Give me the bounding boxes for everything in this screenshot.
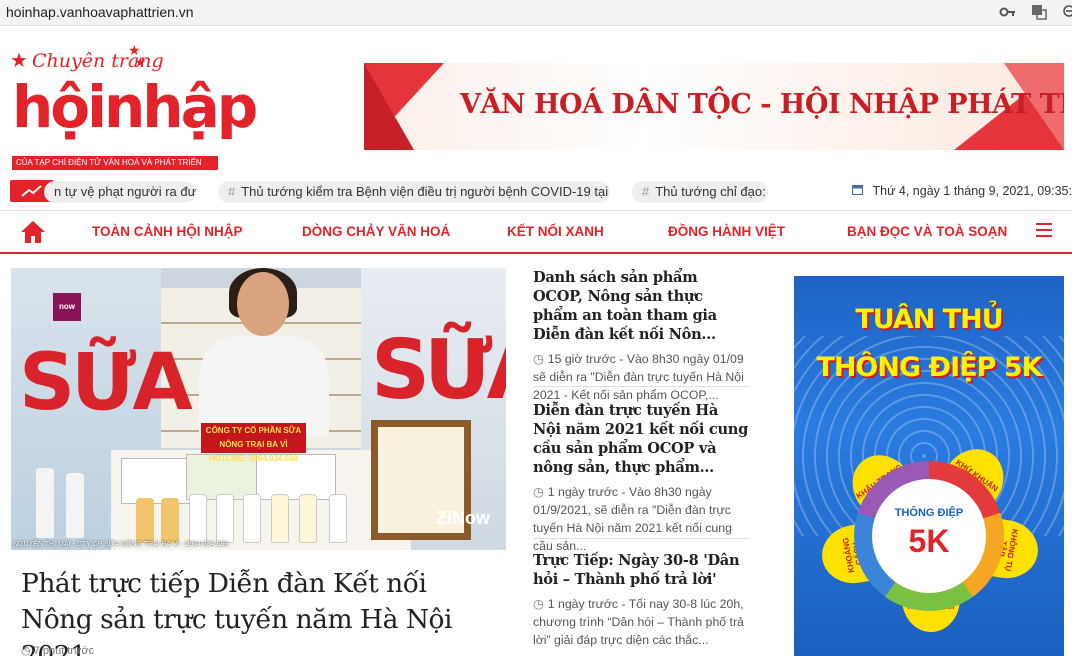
image-caption: NGUYỄN THỊ MAI - CTY CP SỮA NÔNG TRẠI BA… [13, 541, 229, 548]
product-box [121, 458, 191, 504]
hero-image[interactable]: SỮA SỮA now CÔNG TY CỔ PHẦN SỮA NÔNG TRẠ… [11, 268, 506, 550]
hash-icon: # [642, 184, 650, 199]
ticker-item-label: Thủ tướng chỉ đạo: Ru [655, 184, 768, 199]
article-summary-text: 1 ngày trước - Vào 8h30 ngày 01/9/2021, … [533, 485, 732, 553]
article-summary-text: 1 ngày trước - Tối nay 30-8 lúc 20h, chư… [533, 597, 744, 647]
nav-item-ket-noi-xanh[interactable]: KẾT NỐI XANH [507, 224, 604, 239]
article-item[interactable]: Diễn đàn trực tuyến Hà Nội năm 2021 kết … [533, 401, 749, 555]
divider [533, 538, 749, 539]
clock-icon: ◷ [533, 352, 544, 366]
current-date: Thứ 4, ngày 1 tháng 9, 2021, 09:35:42 [852, 184, 1072, 198]
site-logo[interactable]: ★ ★ ★ Chuyên trang hộinhập CỦA TẠP CHÍ Đ… [10, 42, 258, 172]
logo-name: hộinhập [12, 73, 258, 141]
ticker-item-label: Thủ tướng kiểm tra Bệnh viện điều trị ng… [241, 184, 610, 199]
ad-core-value: 5K [908, 523, 950, 559]
article-summary: ◷ 1 ngày trước - Tối nay 30-8 lúc 20h, ch… [533, 595, 749, 649]
5k-ad-banner[interactable]: TUÂN THỦ THÔNG ĐIỆP 5K KHẨU TRANG KHỬ KH… [794, 276, 1064, 656]
image-sua-text: SỮA [371, 323, 506, 418]
ticker-item[interactable]: n tự vệ phạt người ra đường [44, 181, 196, 203]
nav-item-toan-canh[interactable]: TOÀN CẢNH HỘI NHẬP [92, 224, 243, 239]
bottle [36, 468, 54, 538]
article-summary-text: 15 giờ trước - Vào 8h30 ngày 01/09 sẽ di… [533, 352, 744, 402]
bottle [161, 498, 179, 543]
bottle [329, 494, 347, 543]
hero-meta: ◷ 7 phút trước [21, 644, 94, 656]
article-item[interactable]: Danh sách sản phẩm OCOP, Nông sản thực p… [533, 268, 749, 404]
banner-text: VĂN HOÁ DÂN TỘC - HỘI NHẬP PHÁT TRIỂN [460, 89, 1064, 120]
article-summary: ◷ 15 giờ trước - Vào 8h30 ngày 01/09 sẽ d… [533, 350, 749, 404]
clock-icon: ◷ [533, 485, 544, 499]
bottle [243, 494, 261, 543]
now-logo: now [53, 293, 81, 321]
home-icon[interactable] [20, 220, 46, 244]
article-title[interactable]: Trực Tiếp: Ngày 30-8 'Dân hỏi – Thành ph… [533, 551, 749, 589]
key-icon[interactable] [998, 3, 1016, 21]
divider [533, 386, 749, 387]
ad-line2: THÔNG ĐIỆP 5K [816, 352, 1042, 383]
company-sign: CÔNG TY CỔ PHẦN SỮA NÔNG TRẠI BA VÌ HOTL… [201, 423, 306, 463]
bottle [66, 473, 84, 538]
bottle [189, 494, 207, 543]
nav-item-ban-doc[interactable]: BẠN ĐỌC VÀ TOÀ SOẠN [847, 224, 1007, 239]
ad-line1: TUÂN THỦ [855, 304, 1003, 335]
logo-prefix: Chuyên trang [32, 50, 164, 72]
translate-icon[interactable] [1030, 3, 1048, 21]
star-icon: ★ [10, 50, 28, 72]
ticker-item[interactable]: # Thủ tướng chỉ đạo: Ru [632, 181, 768, 203]
bottle [216, 494, 234, 543]
calendar-icon [852, 184, 866, 198]
hero-time: 7 phút trước [33, 645, 95, 656]
article-title[interactable]: Diễn đàn trực tuyến Hà Nội năm 2021 kết … [533, 401, 749, 477]
image-sua-text: SỮA [19, 338, 193, 428]
browser-address-bar[interactable]: hoinhap.vanhoavaphattrien.vn [0, 0, 1072, 26]
clock-icon: ◷ [533, 597, 544, 611]
main-nav: TOÀN CẢNH HỘI NHẬP DÒNG CHẢY VĂN HOÁ KẾT… [0, 210, 1072, 254]
bottle [299, 494, 317, 543]
logo-tagline: CỦA TẠP CHÍ ĐIỆN TỬ VĂN HOÁ VÀ PHÁT TRIỂ… [12, 156, 218, 170]
bottle [271, 494, 289, 543]
article-item[interactable]: Trực Tiếp: Ngày 30-8 'Dân hỏi – Thành ph… [533, 551, 749, 649]
article-summary: ◷ 1 ngày trước - Vào 8h30 ngày 01/9/2021,… [533, 483, 749, 555]
header-banner[interactable]: VĂN HOÁ DÂN TỘC - HỘI NHẬP PHÁT TRIỂN [364, 63, 1064, 150]
ad-core: THÔNG ĐIỆP 5K [872, 479, 986, 593]
hero-title[interactable]: Phát trực tiếp Diễn đàn Kết nối Nông sản… [21, 566, 501, 656]
banner-decoration [364, 63, 414, 150]
ticker-item-label: n tự vệ phạt người ra đường [54, 184, 196, 199]
date-text: Thứ 4, ngày 1 tháng 9, 2021, 09:35:42 [872, 184, 1072, 198]
ticker-item[interactable]: # Thủ tướng kiểm tra Bệnh viện điều trị n… [218, 181, 610, 203]
zoom-icon[interactable] [1058, 3, 1072, 21]
article-title[interactable]: Danh sách sản phẩm OCOP, Nông sản thực p… [533, 268, 749, 344]
nav-item-dong-hanh[interactable]: ĐỒNG HÀNH VIỆT [668, 224, 785, 239]
url-text[interactable]: hoinhap.vanhoavaphattrien.vn [6, 4, 194, 20]
nav-item-dong-chay[interactable]: DÒNG CHẢY VĂN HOÁ [302, 224, 450, 239]
clock-icon: ◷ [21, 645, 31, 656]
hamburger-menu-icon[interactable] [1036, 223, 1052, 237]
ad-core-label: THÔNG ĐIỆP [894, 507, 964, 519]
news-ticker: n tự vệ phạt người ra đường # Thủ tướng k… [0, 176, 1072, 206]
hash-icon: # [228, 184, 236, 199]
bottle [136, 498, 154, 543]
zinow-logo: ZiNow [436, 508, 490, 528]
